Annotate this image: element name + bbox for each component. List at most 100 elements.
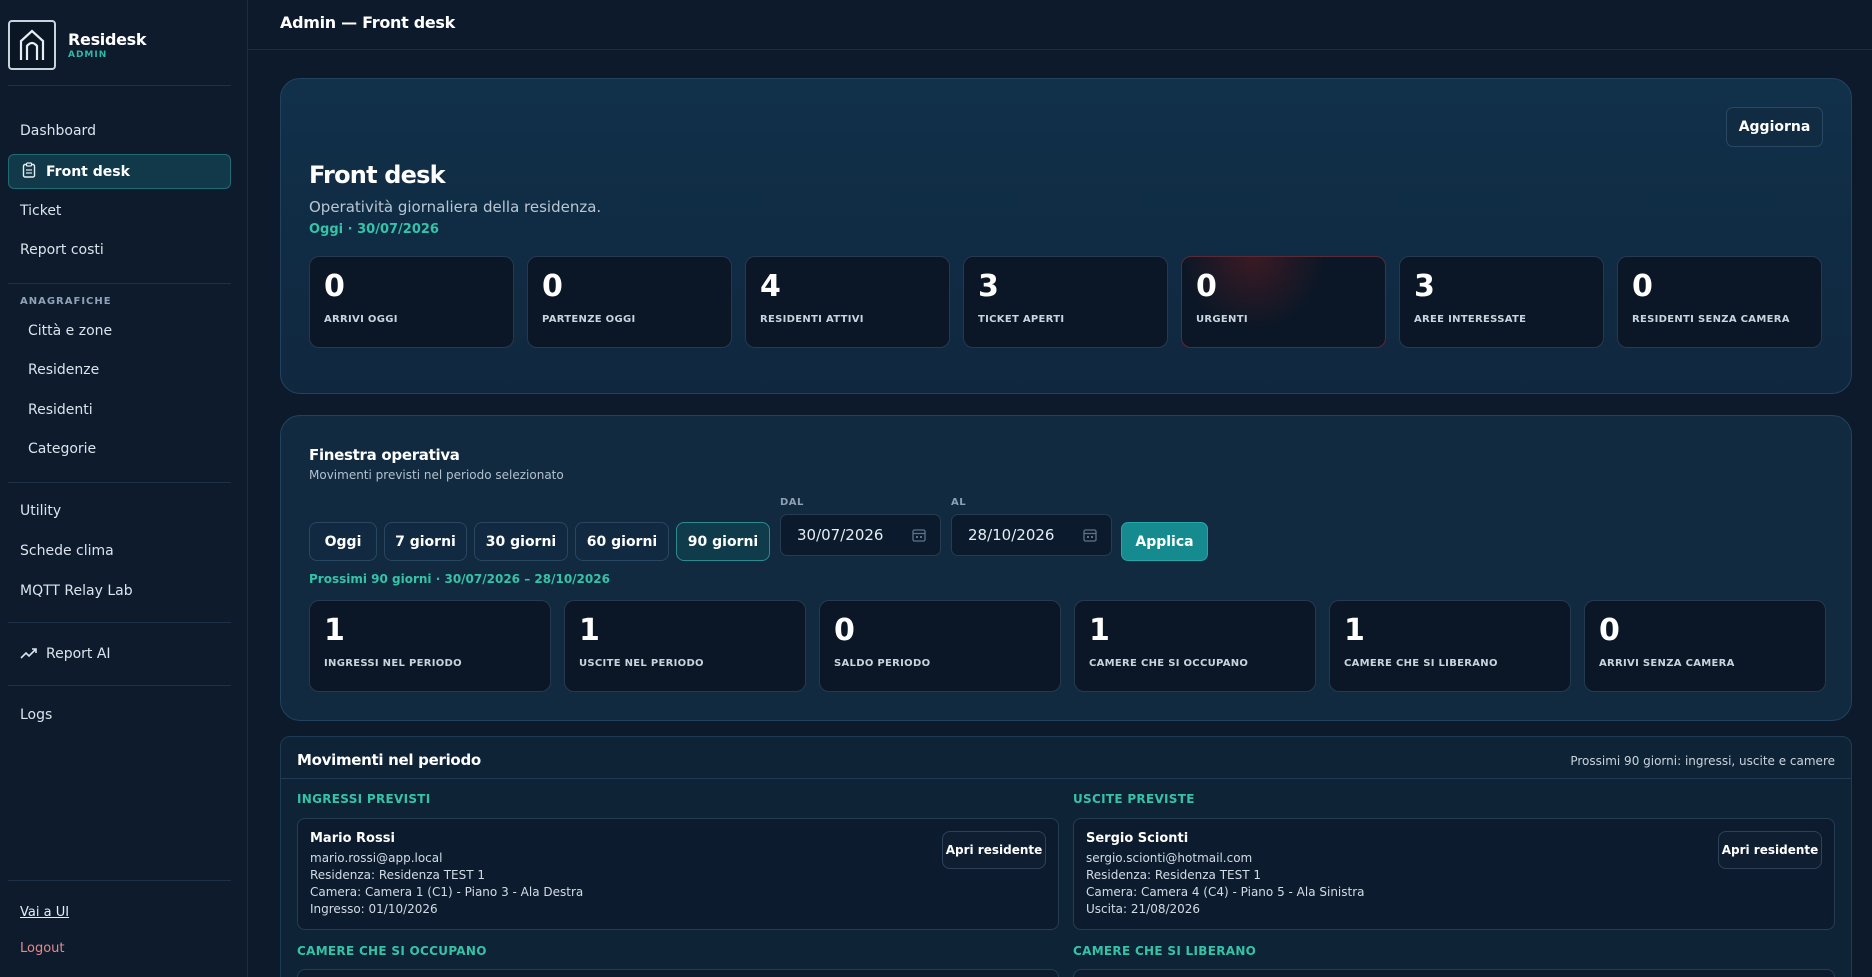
sidebar-item-schede-clima[interactable]: Schede clima	[20, 540, 114, 562]
ingressi-label: INGRESSI PREVISTI	[297, 792, 431, 806]
apply-button[interactable]: Applica	[1121, 522, 1208, 561]
divider	[8, 685, 231, 686]
to-date-value: 28/10/2026	[968, 526, 1055, 544]
uscita-card: Sergio Scionti sergio.scionti@hotmail.co…	[1073, 818, 1835, 930]
stat-label: ARRIVI OGGI	[324, 314, 398, 325]
stat-label: CAMERE CHE SI OCCUPANO	[1089, 658, 1249, 669]
divider	[8, 880, 231, 881]
calendar-icon[interactable]	[1083, 528, 1097, 546]
sidebar-item-front-desk[interactable]: Front desk	[8, 154, 231, 189]
stat-card-partenze: 0 PARTENZE OGGI	[527, 256, 732, 348]
resident-name: Sergio Scionti	[1086, 831, 1189, 846]
stat-value: 1	[1344, 613, 1365, 648]
range-chip-oggi[interactable]: Oggi	[309, 522, 377, 561]
stat-value: 0	[542, 269, 563, 304]
sidebar-item-report-ai[interactable]: Report AI	[20, 644, 111, 663]
open-resident-button[interactable]: Apri residente	[942, 831, 1046, 869]
sidebar-item-mqtt[interactable]: MQTT Relay Lab	[20, 580, 133, 602]
front-desk-subtitle: Operatività giornaliera della residenza.	[309, 198, 602, 216]
sidebar-item-residenze[interactable]: Residenze	[28, 359, 99, 381]
stat-card-arrivi: 0 ARRIVI OGGI	[309, 256, 514, 348]
from-date-input[interactable]: 30/07/2026	[780, 514, 941, 556]
stat-value: 0	[1599, 613, 1620, 648]
calendar-icon[interactable]	[912, 528, 926, 546]
resident-camera: Camera: Camera 4 (C4) - Piano 5 - Ala Si…	[1086, 885, 1365, 899]
liberano-label: CAMERE CHE SI LIBERANO	[1073, 944, 1257, 958]
stat-card-arrivi-senza-camera: 0 ARRIVI SENZA CAMERA	[1584, 600, 1826, 692]
stat-card-camere-occupano: 1 CAMERE CHE SI OCCUPANO	[1074, 600, 1316, 692]
stat-value: 1	[1089, 613, 1110, 648]
stat-card-ingressi: 1 INGRESSI NEL PERIODO	[309, 600, 551, 692]
stat-value: 1	[579, 613, 600, 648]
sidebar-item-citta[interactable]: Città e zone	[28, 320, 112, 342]
front-desk-title: Front desk	[309, 161, 446, 189]
operational-window-card: Finestra operativa Movimenti previsti ne…	[280, 415, 1852, 721]
stat-value: 1	[324, 613, 345, 648]
stat-card-camere-liberano: 1 CAMERE CHE SI LIBERANO	[1329, 600, 1571, 692]
window-title: Finestra operativa	[309, 446, 460, 464]
sidebar-item-utility[interactable]: Utility	[20, 500, 61, 522]
sidebar: Residesk ADMIN Dashboard Front desk Tick…	[0, 0, 248, 977]
period-summary: Prossimi 90 giorni · 30/07/2026 – 28/10/…	[309, 572, 610, 586]
window-subtitle: Movimenti previsti nel periodo seleziona…	[309, 468, 564, 482]
resident-uscita-date: Uscita: 21/08/2026	[1086, 902, 1201, 916]
stat-label: CAMERE CHE SI LIBERANO	[1344, 658, 1498, 669]
stat-label: AREE INTERESSATE	[1414, 314, 1527, 325]
sidebar-item-categorie[interactable]: Categorie	[28, 438, 96, 460]
stat-label: PARTENZE OGGI	[542, 314, 636, 325]
range-chip-90[interactable]: 90 giorni	[676, 522, 770, 561]
refresh-button[interactable]: Aggiorna	[1726, 107, 1823, 147]
page-title: Admin — Front desk	[280, 13, 455, 32]
stat-card-uscite: 1 USCITE NEL PERIODO	[564, 600, 806, 692]
to-date-input[interactable]: 28/10/2026	[951, 514, 1112, 556]
divider	[8, 482, 231, 483]
clipboard-icon	[22, 161, 36, 182]
stat-label: RESIDENTI ATTIVI	[760, 314, 864, 325]
stat-value: 0	[834, 613, 855, 648]
movements-title: Movimenti nel periodo	[297, 751, 481, 769]
sidebar-item-residenti[interactable]: Residenti	[28, 399, 93, 421]
stat-card-ticket-aperti: 3 TICKET APERTI	[963, 256, 1168, 348]
stat-card-senza-camera: 0 RESIDENTI SENZA CAMERA	[1617, 256, 1822, 348]
movements-header: Movimenti nel periodo Prossimi 90 giorni…	[281, 737, 1851, 779]
to-label: AL	[951, 497, 967, 508]
resident-camera: Camera: Camera 1 (C1) - Piano 3 - Ala De…	[310, 885, 584, 899]
from-date-value: 30/07/2026	[797, 526, 884, 544]
logout-link[interactable]: Logout	[20, 941, 65, 956]
stat-value: 0	[324, 269, 345, 304]
stat-card-urgenti: 0 URGENTI	[1181, 256, 1386, 348]
resident-email: sergio.scionti@hotmail.com	[1086, 851, 1253, 865]
stat-value: 0	[1196, 269, 1217, 304]
section-label-anagrafiche: ANAGRAFICHE	[20, 296, 112, 307]
open-resident-button[interactable]: Apri residente	[1718, 831, 1822, 869]
range-chip-30[interactable]: 30 giorni	[474, 522, 568, 561]
sidebar-item-logs[interactable]: Logs	[20, 704, 52, 726]
brand[interactable]: Residesk ADMIN	[8, 20, 147, 70]
sidebar-item-ticket[interactable]: Ticket	[20, 200, 61, 222]
divider	[8, 85, 231, 86]
ingresso-card: Mario Rossi mario.rossi@app.local Reside…	[297, 818, 1059, 930]
sidebar-item-label: Front desk	[46, 163, 130, 180]
stat-value: 0	[1632, 269, 1653, 304]
stat-value: 3	[1414, 269, 1435, 304]
front-desk-card: Aggiorna Front desk Operatività giornali…	[280, 78, 1852, 394]
range-chip-7[interactable]: 7 giorni	[384, 522, 467, 561]
divider	[8, 283, 231, 284]
stat-label: RESIDENTI SENZA CAMERA	[1632, 314, 1790, 325]
trending-up-icon	[20, 644, 38, 663]
sidebar-item-dashboard[interactable]: Dashboard	[20, 120, 96, 142]
stat-value: 3	[978, 269, 999, 304]
stat-card-saldo: 0 SALDO PERIODO	[819, 600, 1061, 692]
resident-residenza: Residenza: Residenza TEST 1	[1086, 868, 1262, 882]
occupano-label: CAMERE CHE SI OCCUPANO	[297, 944, 487, 958]
topbar: Admin — Front desk	[248, 0, 1872, 50]
stat-label: SALDO PERIODO	[834, 658, 931, 669]
vai-ui-link[interactable]: Vai a UI	[20, 905, 69, 920]
stat-label: USCITE NEL PERIODO	[579, 658, 704, 669]
range-chip-60[interactable]: 60 giorni	[575, 522, 669, 561]
divider	[8, 622, 231, 623]
from-label: DAL	[780, 497, 804, 508]
sidebar-item-report-costi[interactable]: Report costi	[20, 239, 104, 261]
sidebar-item-label: Report AI	[46, 645, 111, 662]
resident-residenza: Residenza: Residenza TEST 1	[310, 868, 486, 882]
